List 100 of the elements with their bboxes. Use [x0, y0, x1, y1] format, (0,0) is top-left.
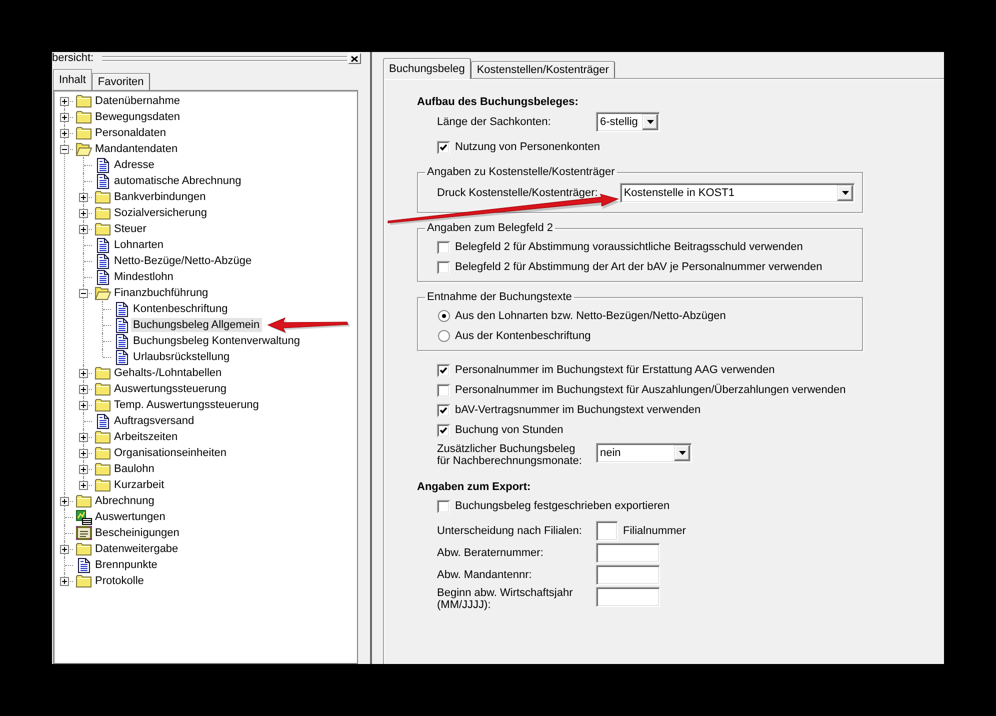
tree-item[interactable]: Netto-Bezüge/Netto-Abzüge	[112, 254, 254, 268]
folder-icon	[95, 398, 111, 412]
radio-button[interactable]	[438, 330, 450, 342]
tree-item[interactable]: Bankverbindungen	[112, 190, 208, 204]
dropdown[interactable]: Kostenstelle in KOST1	[620, 183, 855, 203]
plus-icon[interactable]	[79, 433, 88, 442]
tree-item[interactable]: Datenübernahme	[93, 94, 182, 108]
field-label: Abw. Beraternummer:	[437, 546, 544, 561]
tree-item[interactable]: Gehalts-/Lohntabellen	[112, 366, 224, 380]
field-unit-label: Filialnummer	[623, 524, 686, 539]
tree-item[interactable]: Auftragsversand	[112, 414, 196, 428]
checkbox[interactable]	[437, 240, 450, 254]
folder-icon	[76, 542, 92, 556]
folder-icon	[95, 206, 111, 220]
plus-icon[interactable]	[60, 97, 69, 106]
tree-item[interactable]: Auswertungssteuerung	[112, 382, 229, 396]
radio-label: Aus den Lohnarten bzw. Netto-Bezügen/Netto-Abzügen	[455, 310, 726, 322]
tree-item[interactable]: Finanzbuchführung	[112, 286, 210, 300]
tab[interactable]: Favoriten	[92, 73, 150, 90]
tab[interactable]: Buchungsbeleg	[383, 58, 471, 79]
checkbox-label: Personalnummer im Buchungstext für Auszahlungen/Überzahlungen verwenden	[455, 384, 846, 396]
tree-item[interactable]: Personaldaten	[93, 126, 168, 140]
dropdown-button[interactable]	[674, 445, 690, 461]
folder-icon	[95, 382, 111, 396]
folder-icon	[76, 574, 92, 588]
dropdown-button[interactable]	[642, 114, 658, 130]
plus-icon[interactable]	[79, 193, 88, 202]
minus-icon[interactable]	[79, 289, 88, 298]
tree-item[interactable]: Brennpunkte	[93, 558, 160, 572]
checkbox[interactable]	[437, 384, 450, 396]
tree-item[interactable]: Buchungsbeleg Allgemein	[131, 318, 262, 332]
folder-icon	[95, 478, 111, 492]
plus-icon[interactable]	[60, 497, 69, 506]
tree-item[interactable]: Steuer	[112, 222, 148, 236]
plus-icon[interactable]	[79, 209, 88, 218]
checkbox-label: Nutzung von Personenkonten	[455, 141, 600, 153]
folder-icon	[76, 94, 92, 108]
dropdown-button[interactable]	[837, 185, 853, 201]
tree-item[interactable]: Temp. Auswertungssteuerung	[112, 398, 261, 412]
checkbox[interactable]	[437, 424, 450, 436]
document-icon	[97, 158, 109, 172]
plus-icon[interactable]	[60, 545, 69, 554]
tree-item[interactable]: Urlaubsrückstellung	[131, 350, 232, 364]
tree-item[interactable]: Adresse	[112, 158, 156, 172]
minus-icon[interactable]	[60, 145, 69, 154]
folder-icon	[95, 222, 111, 236]
plus-icon[interactable]	[60, 129, 69, 138]
tree-item[interactable]: Kurzarbeit	[112, 478, 166, 492]
plus-icon[interactable]	[79, 401, 88, 410]
input-field[interactable]	[596, 521, 618, 541]
tree-item[interactable]: Mandantendaten	[93, 142, 180, 156]
plus-icon[interactable]	[79, 481, 88, 490]
section-heading: Aufbau des Buchungsbeleges:	[417, 95, 580, 109]
checkbox[interactable]	[437, 260, 450, 274]
tree-item[interactable]: Organisationseinheiten	[112, 446, 229, 460]
document-icon	[116, 302, 128, 316]
group-legend: Angaben zu Kostenstelle/Kostenträger	[425, 166, 617, 179]
panel-title: bersicht:	[52, 52, 94, 65]
dropdown[interactable]: nein	[596, 443, 692, 463]
radio-button[interactable]	[438, 310, 450, 322]
plus-icon[interactable]	[79, 385, 88, 394]
tree-item[interactable]: Protokolle	[93, 574, 146, 588]
plus-icon[interactable]	[79, 225, 88, 234]
tree-item[interactable]: Arbeitszeiten	[112, 430, 180, 444]
tree-item[interactable]: Sozialversicherung	[112, 206, 209, 220]
input-field[interactable]	[596, 565, 660, 585]
open-folder-icon	[95, 286, 111, 300]
input-field[interactable]	[596, 587, 660, 607]
input-field[interactable]	[596, 543, 660, 563]
checkbox[interactable]	[437, 364, 450, 376]
tree-item[interactable]: Abrechnung	[93, 494, 156, 508]
checkbox-label: bAV-Vertragsnummer im Buchungstext verwenden	[455, 404, 701, 416]
tab[interactable]: Inhalt	[53, 69, 92, 90]
folder-icon	[76, 110, 92, 124]
tree-item[interactable]: Buchungsbeleg Kontenverwaltung	[131, 334, 302, 348]
checkbox[interactable]	[437, 404, 450, 416]
tab[interactable]: Kostenstellen/Kostenträger	[470, 61, 615, 78]
document-icon	[116, 350, 128, 364]
close-button[interactable]	[348, 53, 361, 64]
checkbox-label: Belegfeld 2 für Abstimmung voraussichtliche Beitragsschuld verwenden	[455, 241, 803, 253]
checkbox[interactable]	[437, 140, 450, 154]
plus-icon[interactable]	[79, 449, 88, 458]
dropdown[interactable]: 6-stellig	[596, 112, 660, 132]
document-icon	[116, 334, 128, 348]
plus-icon[interactable]	[60, 577, 69, 586]
caret-down-icon	[646, 120, 654, 124]
tree-item[interactable]: Auswertungen	[93, 510, 168, 524]
checkbox[interactable]	[437, 500, 450, 512]
plus-icon[interactable]	[60, 113, 69, 122]
field-label: Druck Kostenstelle/Kostenträger:	[437, 186, 598, 201]
tree-item[interactable]: Kontenbeschriftung	[131, 302, 230, 316]
plus-icon[interactable]	[79, 465, 88, 474]
tree-item[interactable]: Bewegungsdaten	[93, 110, 182, 124]
plus-icon[interactable]	[79, 369, 88, 378]
tree-item[interactable]: Bescheinigungen	[93, 526, 182, 540]
tree-item[interactable]: Datenweitergabe	[93, 542, 180, 556]
tree-item[interactable]: Lohnarten	[112, 238, 166, 252]
tree-item[interactable]: Mindestlohn	[112, 270, 176, 284]
tree-item[interactable]: automatische Abrechnung	[112, 174, 244, 188]
tree-item[interactable]: Baulohn	[112, 462, 156, 476]
